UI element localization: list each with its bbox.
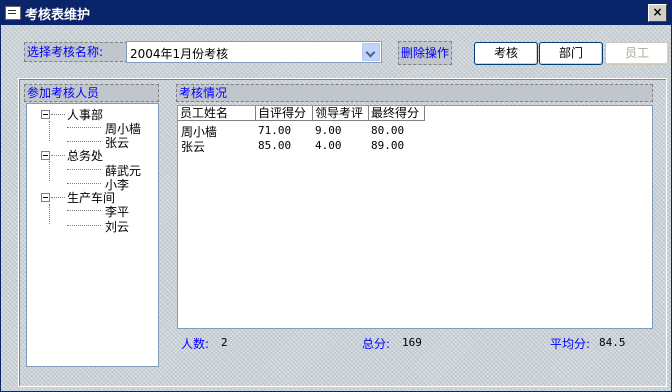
count-label: 人数: [181, 337, 210, 351]
form-icon [5, 6, 21, 20]
table-cell[interactable]: 9.00 [315, 124, 342, 137]
tree-dept-renshi[interactable]: 人事部 [67, 106, 103, 123]
table-cell[interactable]: 4.00 [315, 139, 342, 152]
close-button[interactable]: × [648, 4, 667, 22]
tree-member[interactable]: 刘云 [105, 218, 129, 235]
table-cell[interactable]: 85.00 [258, 139, 291, 152]
tree-line [67, 169, 101, 170]
tree-line [51, 155, 65, 156]
chevron-down-icon[interactable] [362, 43, 380, 61]
tree-line [49, 204, 50, 224]
tree-member[interactable]: 张云 [105, 134, 129, 151]
tree-line [67, 225, 101, 226]
tree-line [51, 114, 65, 115]
collapse-icon[interactable] [41, 110, 50, 119]
participants-header: 参加考核人员 [24, 84, 159, 102]
table-cell[interactable]: 张云 [181, 138, 205, 155]
column-header-final[interactable]: 最终得分 [369, 106, 425, 121]
assessment-header: 考核情况 [176, 84, 653, 102]
collapse-icon[interactable] [41, 193, 50, 202]
title-bar: 考核表维护 × [1, 1, 671, 25]
window-title: 考核表维护 [25, 8, 91, 23]
exam-name-value: 2004年1月份考核 [130, 47, 229, 61]
main-window: 考核表维护 × 选择考核名称: 2004年1月份考核 删除操作 考核 部门 员工… [0, 0, 672, 392]
employee-button[interactable]: 员工 [605, 42, 669, 65]
column-header-self[interactable]: 自评得分 [256, 106, 313, 121]
total-label: 总分: [362, 337, 391, 351]
total-value: 169 [402, 336, 422, 349]
delete-operation-label: 删除操作 [398, 41, 452, 65]
column-header-leader[interactable]: 领导考评 [313, 106, 369, 121]
average-value: 84.5 [599, 336, 626, 349]
tree-line [67, 183, 101, 184]
table-cell[interactable]: 80.00 [371, 124, 404, 137]
column-header-name[interactable]: 员工姓名 [178, 106, 256, 121]
assessment-grid[interactable]: 员工姓名 自评得分 领导考评 最终得分 周小樯 71.00 9.00 80.00… [177, 105, 653, 329]
tree-dept-zongwu[interactable]: 总务处 [67, 147, 103, 164]
select-exam-label: 选择考核名称: [24, 42, 128, 62]
tree-line [67, 141, 101, 142]
exam-name-combobox[interactable]: 2004年1月份考核 [126, 41, 382, 63]
participants-tree[interactable]: 人事部 周小樯 张云 总务处 薛武元 小李 生产车间 李平 刘云 [26, 103, 159, 367]
tree-line [51, 197, 65, 198]
department-button[interactable]: 部门 [539, 42, 603, 65]
tree-line [49, 161, 50, 181]
tree-line [67, 127, 101, 128]
collapse-icon[interactable] [41, 151, 50, 160]
tree-line [49, 121, 50, 141]
table-cell[interactable]: 89.00 [371, 139, 404, 152]
tree-line [67, 210, 101, 211]
average-label: 平均分: [550, 337, 591, 351]
exam-button[interactable]: 考核 [474, 42, 538, 65]
table-cell[interactable]: 71.00 [258, 124, 291, 137]
count-value: 2 [221, 336, 228, 349]
